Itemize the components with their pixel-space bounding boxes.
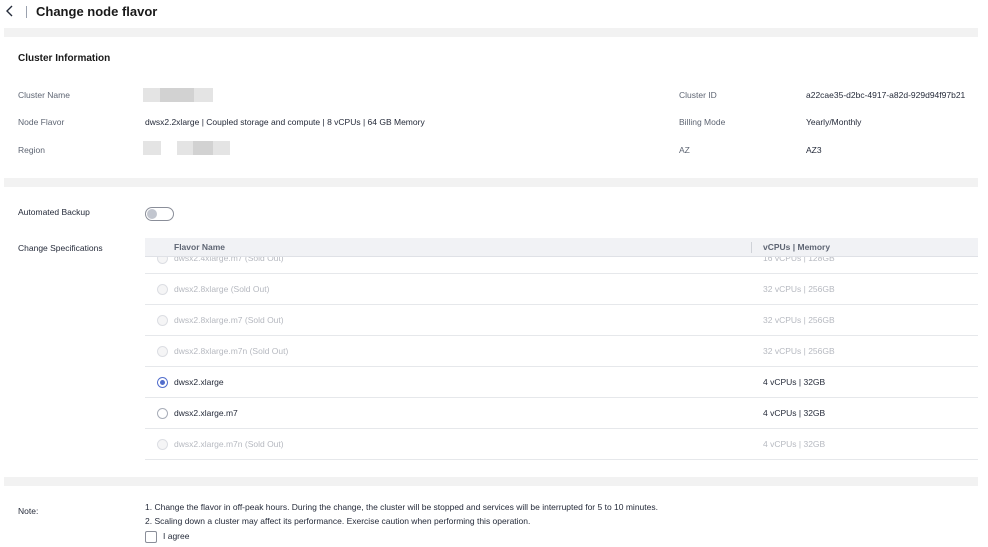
cluster-id-value: a22cae35-d2bc-4917-a82d-929d94f97b21: [806, 90, 966, 100]
note-line-1: 1. Change the flavor in off-peak hours. …: [145, 502, 658, 512]
flavor-name: dwsx2.8xlarge.m7n (Sold Out): [174, 346, 289, 356]
flavor-name: dwsx2.xlarge.m7n (Sold Out): [174, 439, 284, 449]
billing-mode-value: Yearly/Monthly: [806, 117, 862, 127]
column-header-vcpus-memory: vCPUs | Memory: [763, 242, 831, 252]
column-divider: [751, 242, 752, 253]
flavor-row[interactable]: dwsx2.xlarge.m7n (Sold Out) 4 vCPUs | 32…: [145, 429, 978, 460]
change-specs-label: Change Specifications: [18, 243, 103, 253]
flavor-name: dwsx2.8xlarge.m7 (Sold Out): [174, 315, 284, 325]
flavor-radio[interactable]: [157, 439, 168, 450]
page-header: Change node flavor: [0, 0, 988, 26]
cluster-id-label: Cluster ID: [679, 90, 717, 100]
flavor-row[interactable]: dwsx2.8xlarge.m7 (Sold Out) 32 vCPUs | 2…: [145, 305, 978, 336]
az-label: AZ: [679, 145, 690, 155]
az-value: AZ3: [806, 145, 822, 155]
automated-backup-label: Automated Backup: [18, 207, 90, 217]
toggle-knob: [147, 209, 157, 219]
flavor-radio[interactable]: [157, 408, 168, 419]
flavor-row[interactable]: dwsx2.xlarge 4 vCPUs | 32GB: [145, 367, 978, 398]
cluster-name-label: Cluster Name: [18, 90, 70, 100]
page-title: Change node flavor: [36, 4, 158, 19]
billing-mode-label: Billing Mode: [679, 117, 726, 127]
cluster-name-redacted-inner: [160, 88, 194, 102]
flavor-name: dwsx2.8xlarge (Sold Out): [174, 284, 270, 294]
flavor-spec: 4 vCPUs | 32GB: [763, 408, 826, 418]
flavor-name: dwsx2.xlarge.m7: [174, 408, 238, 418]
flavor-radio[interactable]: [157, 346, 168, 357]
flavor-table[interactable]: Flavor Name vCPUs | Memory dwsx2.4xlarge…: [145, 238, 978, 463]
flavor-radio[interactable]: [157, 377, 168, 388]
flavor-spec: 4 vCPUs | 32GB: [763, 439, 826, 449]
region-redacted-c: [193, 141, 213, 155]
column-header-flavor-name: Flavor Name: [174, 242, 226, 252]
flavor-row[interactable]: dwsx2.xlarge.m7 4 vCPUs | 32GB: [145, 398, 978, 429]
flavor-spec: 4 vCPUs | 32GB: [763, 377, 826, 387]
flavor-radio[interactable]: [157, 315, 168, 326]
region-redacted-a: [143, 141, 161, 155]
node-flavor-label: Node Flavor: [18, 117, 65, 127]
node-flavor-value: dwsx2.2xlarge | Coupled storage and comp…: [145, 117, 425, 127]
section-title-cluster-info: Cluster Information: [18, 53, 111, 64]
section-divider: [4, 477, 978, 486]
flavor-radio[interactable]: [157, 284, 168, 295]
section-divider: [4, 28, 978, 37]
note-label: Note:: [18, 506, 39, 516]
flavor-name: dwsx2.xlarge: [174, 377, 224, 387]
agree-checkbox[interactable]: [145, 531, 157, 543]
region-label: Region: [18, 145, 45, 155]
agree-label[interactable]: I agree: [163, 531, 189, 541]
flavor-row[interactable]: dwsx2.8xlarge.m7n (Sold Out) 32 vCPUs | …: [145, 336, 978, 367]
note-line-2: 2. Scaling down a cluster may affect its…: [145, 516, 531, 526]
flavor-row[interactable]: dwsx2.8xlarge (Sold Out) 32 vCPUs | 256G…: [145, 274, 978, 305]
flavor-spec: 32 vCPUs | 256GB: [763, 315, 835, 325]
flavor-spec: 32 vCPUs | 256GB: [763, 284, 835, 294]
flavor-table-header: Flavor Name vCPUs | Memory: [145, 238, 978, 257]
section-divider: [4, 178, 978, 187]
header-divider: [26, 6, 27, 18]
automated-backup-toggle[interactable]: [145, 207, 174, 221]
flavor-spec: 32 vCPUs | 256GB: [763, 346, 835, 356]
chevron-left-icon[interactable]: [5, 4, 19, 20]
